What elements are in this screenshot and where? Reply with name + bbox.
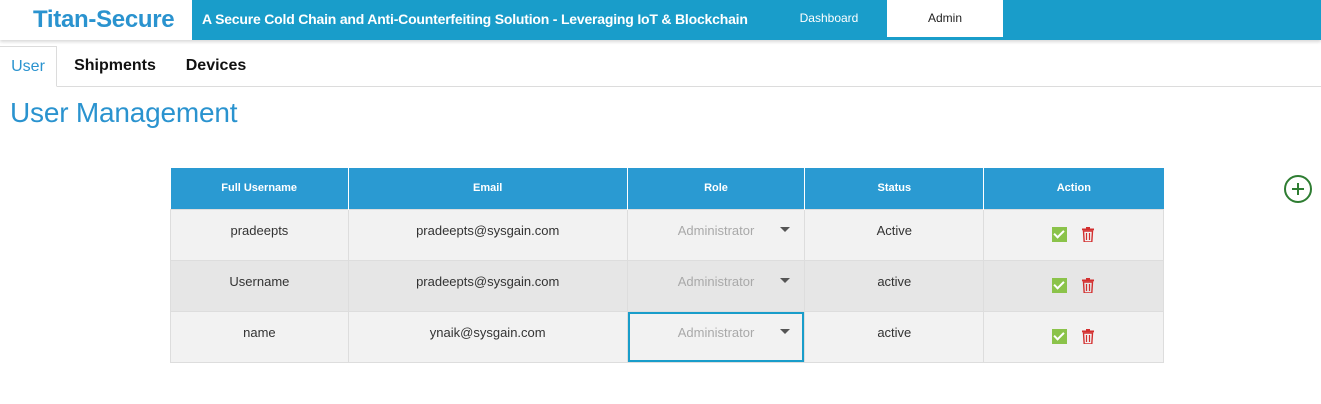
tab-bar: User Shipments Devices	[0, 46, 1321, 87]
tagline: A Secure Cold Chain and Anti-Counterfeit…	[202, 11, 748, 27]
table-row: Username pradeepts@sysgain.com Administr…	[170, 259, 1164, 312]
add-user-button[interactable]	[1284, 175, 1312, 203]
cell-status: active	[804, 310, 985, 363]
role-select-value: Administrator	[677, 324, 755, 340]
trash-icon[interactable]	[1081, 277, 1095, 293]
column-header-status: Status	[804, 168, 985, 209]
top-bar: Titan-Secure A Secure Cold Chain and Ant…	[0, 0, 1321, 40]
role-select-value: Administrator	[677, 222, 755, 238]
user-table: Full Username Email Role Status Action p…	[170, 168, 1164, 363]
role-select[interactable]: Administrator	[628, 324, 805, 350]
cell-email: ynaik@sysgain.com	[347, 310, 628, 363]
nav-dashboard[interactable]: Dashboard	[784, 0, 874, 36]
trash-icon[interactable]	[1081, 328, 1095, 344]
tab-devices[interactable]: Devices	[180, 46, 252, 87]
caret-down-icon	[780, 277, 791, 283]
brand-name: Titan-Secure	[33, 6, 175, 33]
cell-role: Administrator	[626, 259, 806, 312]
table-row: name ynaik@sysgain.com Administrator act…	[170, 310, 1164, 363]
role-select[interactable]: Administrator	[628, 222, 805, 248]
nav-admin[interactable]: Admin	[887, 0, 1003, 37]
cell-action	[983, 208, 1164, 261]
cell-status: Active	[804, 208, 985, 261]
column-header-username: Full Username	[170, 168, 349, 209]
caret-down-icon	[780, 328, 791, 334]
role-select[interactable]: Administrator	[628, 273, 805, 299]
check-square-icon[interactable]	[1052, 226, 1068, 242]
check-square-icon[interactable]	[1052, 328, 1068, 344]
brand[interactable]: Titan-Secure	[0, 0, 192, 40]
caret-down-icon	[780, 226, 791, 232]
column-header-action: Action	[983, 168, 1164, 209]
cell-role: Administrator	[626, 310, 806, 363]
cell-email: pradeepts@sysgain.com	[347, 259, 628, 312]
cell-username: pradeepts	[170, 208, 349, 261]
cell-role: Administrator	[626, 208, 806, 261]
cell-username: name	[170, 310, 349, 363]
cell-action	[983, 259, 1164, 312]
cell-username: Username	[170, 259, 349, 312]
cell-email: pradeepts@sysgain.com	[347, 208, 628, 261]
tab-user[interactable]: User	[0, 46, 57, 87]
role-select-value: Administrator	[677, 273, 755, 289]
column-header-email: Email	[348, 168, 628, 209]
column-header-role: Role	[627, 168, 806, 209]
table-header-row: Full Username Email Role Status Action	[170, 168, 1164, 209]
check-square-icon[interactable]	[1052, 277, 1068, 293]
trash-icon[interactable]	[1081, 226, 1095, 242]
table-row: pradeepts pradeepts@sysgain.com Administ…	[170, 208, 1164, 261]
page-title: User Management	[10, 97, 238, 128]
tab-shipments[interactable]: Shipments	[70, 46, 160, 87]
cell-status: active	[804, 259, 985, 312]
cell-action	[983, 310, 1164, 363]
